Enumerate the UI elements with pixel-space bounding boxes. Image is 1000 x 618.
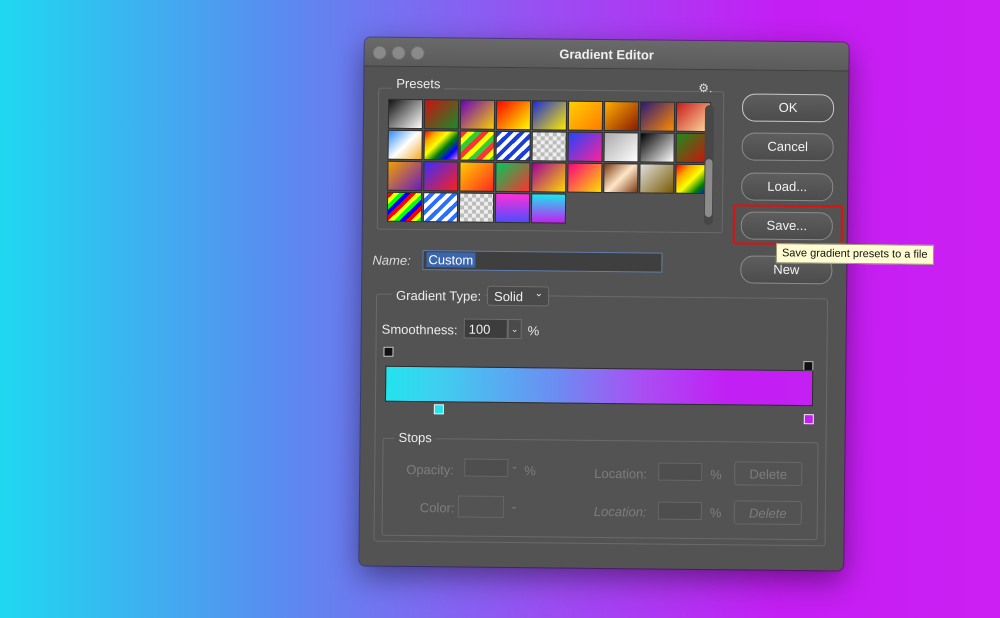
opacity-location-input [658, 462, 703, 482]
preset-swatch[interactable] [603, 162, 639, 194]
color-swatch [457, 495, 504, 518]
preset-swatch[interactable] [567, 162, 603, 193]
opacity-chevron-down-icon: ⌄ [510, 461, 519, 473]
preset-swatch[interactable] [495, 161, 531, 193]
preset-swatch[interactable] [386, 191, 423, 223]
opacity-location-label: Location: [594, 465, 648, 482]
preset-swatch[interactable] [531, 131, 567, 162]
preset-swatch[interactable] [422, 192, 459, 223]
load-button[interactable]: Load... [741, 172, 834, 202]
preset-swatch[interactable] [639, 132, 675, 163]
preset-swatch[interactable] [639, 101, 676, 132]
gradient-type-label: Gradient Type: [392, 287, 486, 304]
preset-swatch[interactable] [459, 161, 495, 192]
gradient-type-value: Solid [493, 288, 524, 305]
window-title: Gradient Editor [559, 46, 655, 63]
name-input[interactable]: Custom [422, 250, 663, 273]
color-stop-right[interactable] [803, 414, 814, 425]
gradient-editor-dialog: Gradient Editor Presets ⚙. OK Cancel Loa… [359, 37, 849, 571]
preset-swatch[interactable] [494, 192, 531, 224]
color-location-label: Location: [593, 503, 647, 520]
name-label: Name: [372, 252, 411, 268]
preset-swatch[interactable] [639, 163, 675, 194]
preset-swatch[interactable] [459, 99, 496, 130]
preset-swatch[interactable] [423, 130, 459, 161]
save-tooltip: Save gradient presets to a file [775, 243, 934, 265]
preset-swatch[interactable] [387, 98, 424, 130]
presets-gear-icon[interactable]: ⚙. [698, 81, 712, 95]
opacity-unit: % [524, 463, 536, 479]
presets-label: Presets [392, 75, 445, 92]
preset-swatch[interactable] [603, 131, 639, 163]
ok-button[interactable]: OK [741, 93, 835, 123]
smoothness-input[interactable]: 100 [463, 318, 508, 339]
chevron-down-icon: ⌄ [534, 288, 544, 300]
delete-color-stop-button: Delete [733, 500, 802, 526]
presets-scrollbar-thumb[interactable] [704, 159, 713, 218]
preset-swatch[interactable] [530, 193, 567, 224]
preset-swatch[interactable] [531, 100, 568, 131]
smoothness-unit: % [527, 323, 540, 339]
preset-swatch[interactable] [567, 131, 603, 162]
delete-opacity-stop-button: Delete [734, 461, 803, 487]
gradient-type-select[interactable]: Solid ⌄ [486, 285, 550, 307]
preset-swatch[interactable] [387, 129, 423, 161]
smoothness-label: Smoothness: [381, 321, 458, 338]
color-chevron-down-icon: ⌄ [509, 501, 519, 513]
opacity-label: Opacity: [406, 461, 455, 478]
color-location-input [657, 501, 702, 521]
preset-swatch[interactable] [387, 160, 423, 192]
opacity-stop-left[interactable] [383, 346, 394, 357]
preset-swatch[interactable] [459, 130, 495, 161]
stops-label: Stops [394, 429, 436, 446]
preset-swatch[interactable] [495, 99, 532, 131]
smoothness-dropdown-chevron-icon[interactable]: ⌄ [507, 318, 522, 340]
opacity-input [464, 458, 509, 478]
preset-swatch[interactable] [567, 100, 604, 131]
presets-grid [386, 98, 712, 226]
preset-swatch[interactable] [531, 162, 567, 193]
preset-swatch[interactable] [423, 161, 459, 192]
title-bar[interactable]: Gradient Editor [364, 37, 849, 72]
save-button-highlight-box [732, 204, 844, 246]
color-stop-left[interactable] [433, 404, 444, 415]
opacity-location-unit: % [710, 467, 722, 483]
color-location-unit: % [709, 505, 722, 521]
cancel-button[interactable]: Cancel [741, 132, 834, 162]
preset-swatch[interactable] [423, 99, 460, 130]
preset-swatch[interactable] [458, 192, 495, 223]
preset-swatch[interactable] [495, 130, 531, 162]
preset-swatch[interactable] [603, 100, 640, 132]
name-input-selected-text: Custom [426, 252, 476, 268]
gradient-preview-bar[interactable] [384, 365, 814, 407]
color-label: Color: [419, 500, 455, 516]
